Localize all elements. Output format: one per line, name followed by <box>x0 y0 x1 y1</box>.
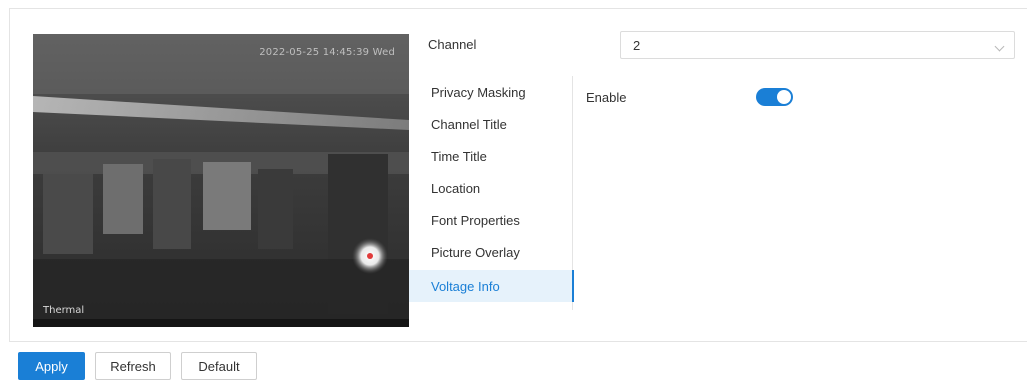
osd-channel-label: Thermal <box>43 305 85 316</box>
menu-item-location[interactable]: Location <box>409 172 573 204</box>
osd-timestamp: 2022-05-25 14:45:39 Wed <box>259 47 395 58</box>
menu-item-voltage-info[interactable]: Voltage Info <box>409 270 574 302</box>
menu-item-channel-title[interactable]: Channel Title <box>409 108 573 140</box>
refresh-button[interactable]: Refresh <box>95 352 171 380</box>
channel-select-value: 2 <box>633 38 641 53</box>
default-button[interactable]: Default <box>181 352 257 380</box>
menu-item-label: Privacy Masking <box>431 85 526 100</box>
menu-item-privacy-masking[interactable]: Privacy Masking <box>409 76 573 108</box>
menu-item-label: Location <box>431 181 481 196</box>
menu-item-font-properties[interactable]: Font Properties <box>409 204 573 236</box>
menu-item-time-title[interactable]: Time Title <box>409 140 573 172</box>
enable-toggle[interactable] <box>756 88 793 106</box>
menu-item-label: Time Title <box>431 149 487 164</box>
enable-label: Enable <box>586 90 627 105</box>
apply-button[interactable]: Apply <box>18 352 85 380</box>
apply-button-label: Apply <box>35 359 68 374</box>
video-preview: 2022-05-25 14:45:39 Wed Thermal <box>33 34 409 327</box>
chevron-down-icon <box>994 41 1005 52</box>
toggle-knob <box>777 90 791 104</box>
channel-select[interactable]: 2 <box>620 31 1015 59</box>
thermal-image <box>33 34 409 327</box>
menu-item-label: Channel Title <box>431 117 507 132</box>
menu-item-label: Picture Overlay <box>431 245 520 260</box>
menu-item-label: Voltage Info <box>431 279 500 294</box>
overlay-menu: Privacy Masking Channel Title Time Title… <box>409 76 574 310</box>
channel-label: Channel <box>428 37 477 52</box>
menu-item-picture-overlay[interactable]: Picture Overlay <box>409 236 573 268</box>
default-button-label: Default <box>198 359 240 374</box>
menu-item-label: Font Properties <box>431 213 520 228</box>
refresh-button-label: Refresh <box>110 359 156 374</box>
